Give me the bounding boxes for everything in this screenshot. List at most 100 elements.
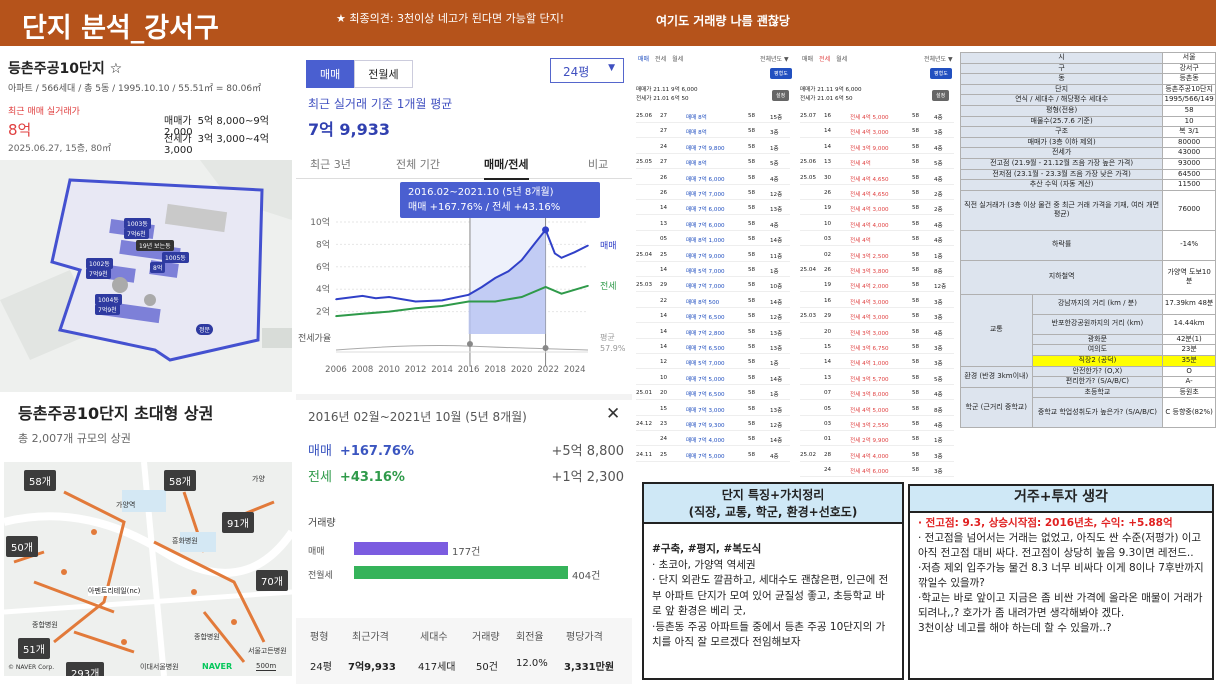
tab[interactable]: 월세	[672, 56, 683, 63]
bldg-1005[interactable]: 1005동	[162, 252, 189, 263]
tab-recent-3y[interactable]: 최근 3년	[310, 156, 351, 172]
complex-meta: 아파트 / 566세대 / 총 5동 / 1995.10.10 / 55.51㎡…	[8, 84, 262, 94]
trade-cell: 5층	[770, 161, 779, 168]
summary-cell: 교통	[960, 293, 1033, 367]
trade-cell: 1층	[934, 438, 943, 445]
investment-line: ·학교는 바로 앞이고 지금은 좀 비싼 가격에 올라온 매물이 거래가 되려나…	[918, 592, 1203, 619]
jeonse-range-label: 전세가	[164, 134, 192, 145]
data-point	[441, 299, 443, 302]
commercial-map[interactable]: 58개 58개 91개 50개 70개 51개 293개 아펜트리테일(nc) …	[4, 462, 292, 676]
year-select[interactable]: 전체년도 ▼	[924, 54, 953, 63]
investment-box-header: 거주+투자 생각	[910, 486, 1212, 513]
info-line: 전세가 21.01 6억 50	[800, 96, 853, 102]
summary-cell: A-	[1162, 376, 1216, 388]
data-point	[388, 310, 390, 313]
summary-row: 평형(전용) 58	[960, 104, 1216, 117]
jeonse-change-pct: +43.16%	[339, 470, 405, 485]
avg-price-value: 7억 9,933	[308, 120, 391, 139]
size-summary-table: 평형 최근가격 세대수 거래량 회전율 평당가격 24평 7억9,933 417…	[296, 618, 632, 684]
tab-all-period[interactable]: 전체 기간	[396, 156, 440, 172]
summary-row: 전고점 (21.9월 - 21.12월 즈음 가장 높은 가격) 93000	[960, 157, 1216, 170]
trade-cell: 24	[660, 436, 668, 443]
trade-cell: 매매 8억	[686, 130, 707, 137]
summary-cell: 안전한가? (O,X)	[1031, 365, 1164, 378]
poi-count[interactable]: 58개	[24, 470, 56, 491]
x-tick-label: 2008	[352, 365, 374, 375]
info-line: 매매가 21.11 9억 6,000	[800, 87, 862, 93]
trade-cell: 25.01	[636, 390, 653, 397]
close-icon[interactable]: ✕	[606, 404, 620, 424]
summary-cell: 42분(1)	[1162, 333, 1216, 346]
tab[interactable]: 전세	[655, 56, 666, 63]
recent-price: 8억	[8, 121, 32, 139]
tab[interactable]: 월세	[836, 56, 847, 63]
summary-cell: 여의도	[1031, 344, 1164, 356]
poi-count[interactable]: 70개	[256, 570, 288, 591]
summary-row: 매물수(25.7.6 기준) 10	[960, 115, 1216, 128]
legend-ratio-avg: 평균	[600, 332, 615, 342]
trade-row: 16 전세 4억 3,000 58 3층	[800, 295, 954, 308]
summary-row: 환경 (반경 3km이내) 안전한가? (O,X) O	[960, 365, 1216, 388]
tab-sale-jeonse[interactable]: 매매/전세	[484, 156, 529, 180]
tab-rent[interactable]: 전월세	[354, 60, 413, 88]
tab-compare[interactable]: 비교	[588, 156, 608, 172]
trade-cell: 58	[912, 113, 920, 119]
tab[interactable]: 매매	[802, 56, 813, 63]
data-point	[534, 242, 536, 245]
trade-cell: 58	[912, 159, 920, 166]
trade-cell: 4층	[934, 222, 943, 229]
data-point	[544, 286, 547, 288]
complex-map[interactable]: 1003동 7억6천 1002동 7억9천 19년 보는동 1005동 8억 1…	[0, 160, 292, 392]
trade-cell: 12층	[770, 423, 783, 429]
settings-button[interactable]: 설정	[932, 90, 950, 101]
trade-row: 10 전세 4억 4,000 58 4층	[800, 218, 954, 231]
poi-count[interactable]: 50개	[6, 536, 38, 557]
data-point	[494, 300, 496, 303]
trade-row: 25.04 26 전세 3억 3,800 58 8층	[800, 264, 954, 277]
year-select[interactable]: 전체년도 ▼	[760, 54, 789, 63]
poi-count[interactable]: 91개	[222, 512, 254, 533]
size-button[interactable]: 평형도	[930, 68, 952, 79]
poi-count[interactable]: 293개	[66, 662, 105, 676]
summary-cell: 추산 수익 (자동 계산)	[960, 179, 1164, 191]
tab-sale[interactable]: 매매	[306, 60, 355, 88]
trade-cell: 58	[912, 421, 920, 427]
poi-count[interactable]: 51개	[18, 638, 50, 659]
summary-row: 추산 수익 (자동 계산) 11500	[960, 179, 1216, 191]
summary-cell: 복 3/1	[1162, 126, 1216, 138]
size-button[interactable]: 평형도	[770, 68, 792, 79]
poi-count[interactable]: 58개	[164, 470, 196, 491]
summary-row: 직전 실거래가 (3층 이상 물건 중 최근 거래 가격을 기재, 여러 개면 …	[960, 189, 1216, 231]
trade-cell: 27	[660, 113, 668, 119]
trade-cell: 13	[824, 374, 832, 381]
size-select[interactable]: 24평 ▼	[550, 58, 624, 83]
trade-row: 24 전세 4억 6,000 58 3층	[800, 464, 954, 478]
trade-cell: 58	[748, 282, 756, 289]
trade-cell: 05	[824, 405, 832, 412]
trade-row: 14 전세 3억 9,000 58 4층	[800, 141, 954, 154]
bldg-note: 19년 보는동	[136, 240, 174, 251]
trade-cell: 3층	[934, 130, 943, 137]
summary-cell: 평형(전용)	[960, 104, 1164, 117]
summary-row: 학군 (근거리 중학교) 초등학교 등원초	[960, 386, 1216, 429]
trade-cell: 58	[748, 451, 756, 458]
complex-name[interactable]: 등촌주공10단지 ☆	[8, 58, 122, 78]
x-tick-label: 2014	[431, 365, 453, 375]
trade-cell: 매매 7억 9,300	[686, 423, 725, 429]
tab[interactable]: 매매	[638, 56, 649, 63]
tab[interactable]: 전세	[819, 56, 830, 63]
trade-cell: 58	[912, 313, 920, 320]
trade-cell: 20	[824, 328, 832, 335]
x-tick-label: 2016	[458, 365, 480, 375]
trade-cell: 58	[912, 328, 920, 335]
trade-cell: 전세 4억 4,000	[850, 222, 889, 229]
settings-button[interactable]: 설정	[772, 90, 790, 101]
data-point	[467, 300, 470, 303]
trade-cell: 매매 7억 7,000	[686, 192, 725, 198]
trade-row: 19 전세 4억 2,000 58 12층	[800, 279, 954, 293]
feature-tags: #구축, #평지, #복도식	[652, 543, 762, 555]
trade-cell: 전세 4억 4,650	[850, 176, 889, 183]
trade-cell: 58	[748, 344, 756, 350]
price-chart[interactable]: 10억 8억 6억 4억 2억 매매 전세 평균 57.9% 전세가율 2006 2008 2010 20…	[296, 180, 632, 380]
trade-cell: 16	[824, 113, 832, 119]
